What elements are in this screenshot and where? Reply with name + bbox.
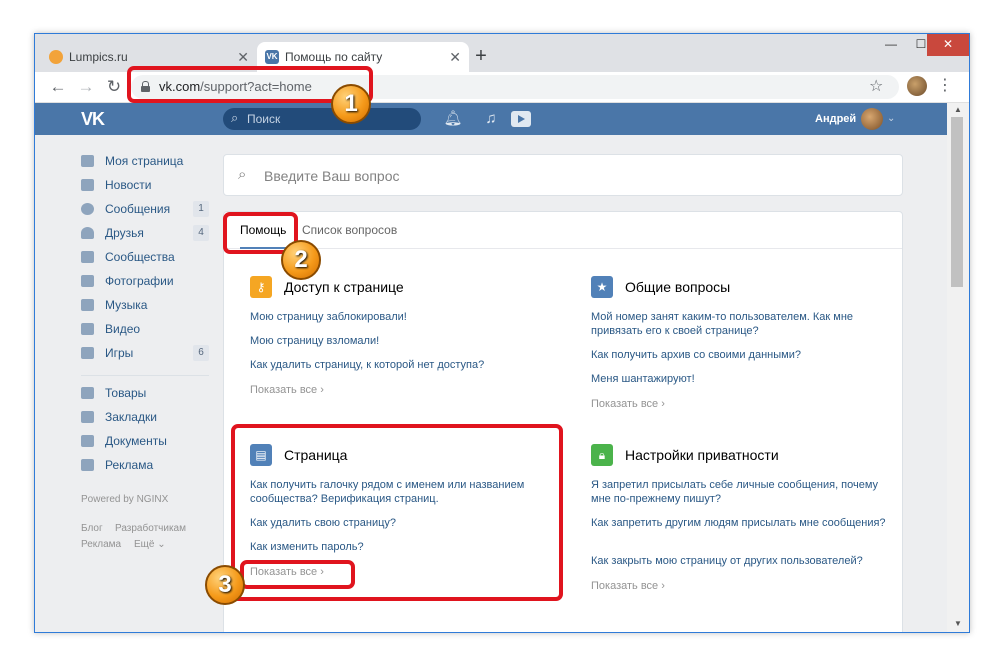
person-icon: [81, 227, 94, 239]
sidebar-item-ads[interactable]: Реклама: [81, 455, 211, 475]
music-note-icon[interactable]: ♫: [481, 109, 501, 129]
highlight-show-all: [240, 560, 355, 589]
film-icon: [81, 323, 94, 335]
group-icon: [81, 251, 94, 263]
help-tabs: Помощь Список вопросов: [224, 212, 902, 249]
question-link[interactable]: Как получить архив со своими данными?: [591, 348, 891, 362]
question-link[interactable]: Меня шантажируют!: [591, 372, 891, 386]
question-link[interactable]: Мою страницу заблокировали!: [250, 310, 550, 324]
new-tab-button[interactable]: +: [469, 45, 493, 68]
bell-icon[interactable]: 🔔︎: [443, 109, 463, 129]
back-arrow-icon[interactable]: ←: [47, 76, 69, 98]
key-icon: ⚷: [250, 276, 272, 298]
scroll-down-icon[interactable]: ▼: [947, 619, 969, 628]
sidebar-item-photos[interactable]: Фотографии: [81, 271, 211, 291]
question-link[interactable]: Я запретил присылать себе личные сообщен…: [591, 478, 891, 506]
footer-link-developers[interactable]: Разработчикам: [115, 523, 186, 534]
search-icon: ⌕: [231, 110, 239, 125]
step-badge: 1: [331, 84, 371, 124]
count-badge: 4: [193, 225, 209, 241]
scrollbar[interactable]: ▲ ▼: [947, 103, 969, 632]
close-window-icon[interactable]: ✕: [927, 34, 969, 56]
sidebar-item-bookmarks[interactable]: Закладки: [81, 407, 211, 427]
tab-title: Помощь по сайту: [285, 50, 383, 64]
music-note-icon: [81, 299, 94, 311]
play-icon[interactable]: [511, 111, 531, 127]
vk-search-input[interactable]: ⌕ Поиск: [223, 108, 421, 130]
footer-link-blog[interactable]: Блог: [81, 523, 103, 534]
count-badge: 6: [193, 345, 209, 361]
search-icon: ⌕: [238, 166, 247, 183]
chat-bubble-icon: [81, 203, 94, 215]
document-icon: [81, 435, 94, 447]
footer-link-ads[interactable]: Реклама: [81, 539, 121, 550]
vk-header: VK ⌕ Поиск 🔔︎ ♫ Андрей ⌄: [35, 103, 947, 135]
scroll-thumb[interactable]: [951, 117, 963, 287]
user-name[interactable]: Андрей: [815, 103, 856, 135]
sidebar-item-music[interactable]: Музыка: [81, 295, 211, 315]
camera-icon: [81, 275, 94, 287]
count-badge: 1: [193, 201, 209, 217]
question-link[interactable]: Как запретить другим людям присылать мне…: [591, 516, 891, 530]
chevron-down-icon[interactable]: ⌄: [887, 103, 895, 135]
bookmark-star-icon[interactable]: ☆: [869, 75, 883, 99]
question-link[interactable]: Как удалить страницу, к которой нет дост…: [250, 358, 550, 372]
vk-logo[interactable]: VK: [81, 107, 105, 131]
shopping-bag-icon: [81, 387, 94, 399]
question-link[interactable]: Мой номер занят каким-то пользователем. …: [591, 310, 891, 338]
step-badge: 3: [205, 565, 245, 605]
sidebar-item-video[interactable]: Видео: [81, 319, 211, 339]
gamepad-icon: [81, 347, 94, 359]
step-badge: 2: [281, 240, 321, 280]
lumpics-favicon-icon: [49, 50, 63, 64]
section-title: Общие вопросы: [625, 279, 731, 295]
kebab-menu-icon[interactable]: ⋮: [937, 76, 953, 96]
sidebar-item-messages[interactable]: Сообщения 1: [81, 199, 211, 219]
sidebar-item-news[interactable]: Новости: [81, 175, 211, 195]
section-title: Настройки приватности: [625, 447, 779, 463]
sidebar-item-games[interactable]: Игры 6: [81, 343, 211, 363]
show-all-link[interactable]: Показать все ›: [250, 383, 324, 397]
question-link[interactable]: Мою страницу взломали!: [250, 334, 550, 348]
question-link[interactable]: Как закрыть мою страницу от других польз…: [591, 554, 891, 568]
sidebar-item-friends[interactable]: Друзья 4: [81, 223, 211, 243]
profile-avatar[interactable]: [907, 76, 927, 96]
home-icon: [81, 155, 94, 167]
sidebar-divider: [81, 375, 209, 376]
powered-by: Powered by NGINX: [81, 494, 169, 505]
search-placeholder: Поиск: [247, 112, 281, 126]
sidebar-item-communities[interactable]: Сообщества: [81, 247, 211, 267]
megaphone-icon: [81, 459, 94, 471]
user-avatar[interactable]: [861, 108, 883, 130]
sidebar-item-goods[interactable]: Товары: [81, 383, 211, 403]
lock-icon: 🔒︎: [591, 444, 613, 466]
tab-title: Lumpics.ru: [69, 50, 128, 64]
show-all-link[interactable]: Показать все ›: [591, 397, 665, 411]
question-search-box: ⌕: [223, 154, 903, 196]
sidebar-item-documents[interactable]: Документы: [81, 431, 211, 451]
scroll-up-icon[interactable]: ▲: [947, 105, 969, 114]
star-icon: [81, 411, 94, 423]
newspaper-icon: [81, 179, 94, 191]
tab-close-icon[interactable]: ✕: [449, 42, 461, 72]
question-input[interactable]: [262, 163, 866, 189]
forward-arrow-icon[interactable]: →: [75, 76, 97, 98]
footer-link-more[interactable]: Ещё ⌄: [134, 539, 166, 550]
reload-icon[interactable]: ↻: [103, 76, 125, 98]
sidebar-item-my-page[interactable]: Моя страница: [81, 151, 211, 171]
show-all-link[interactable]: Показать все ›: [591, 579, 665, 593]
vk-favicon-icon: VK: [265, 50, 279, 64]
star-icon: ★: [591, 276, 613, 298]
tab-questions-list[interactable]: Список вопросов: [302, 212, 397, 248]
minimize-icon[interactable]: —: [875, 34, 907, 56]
